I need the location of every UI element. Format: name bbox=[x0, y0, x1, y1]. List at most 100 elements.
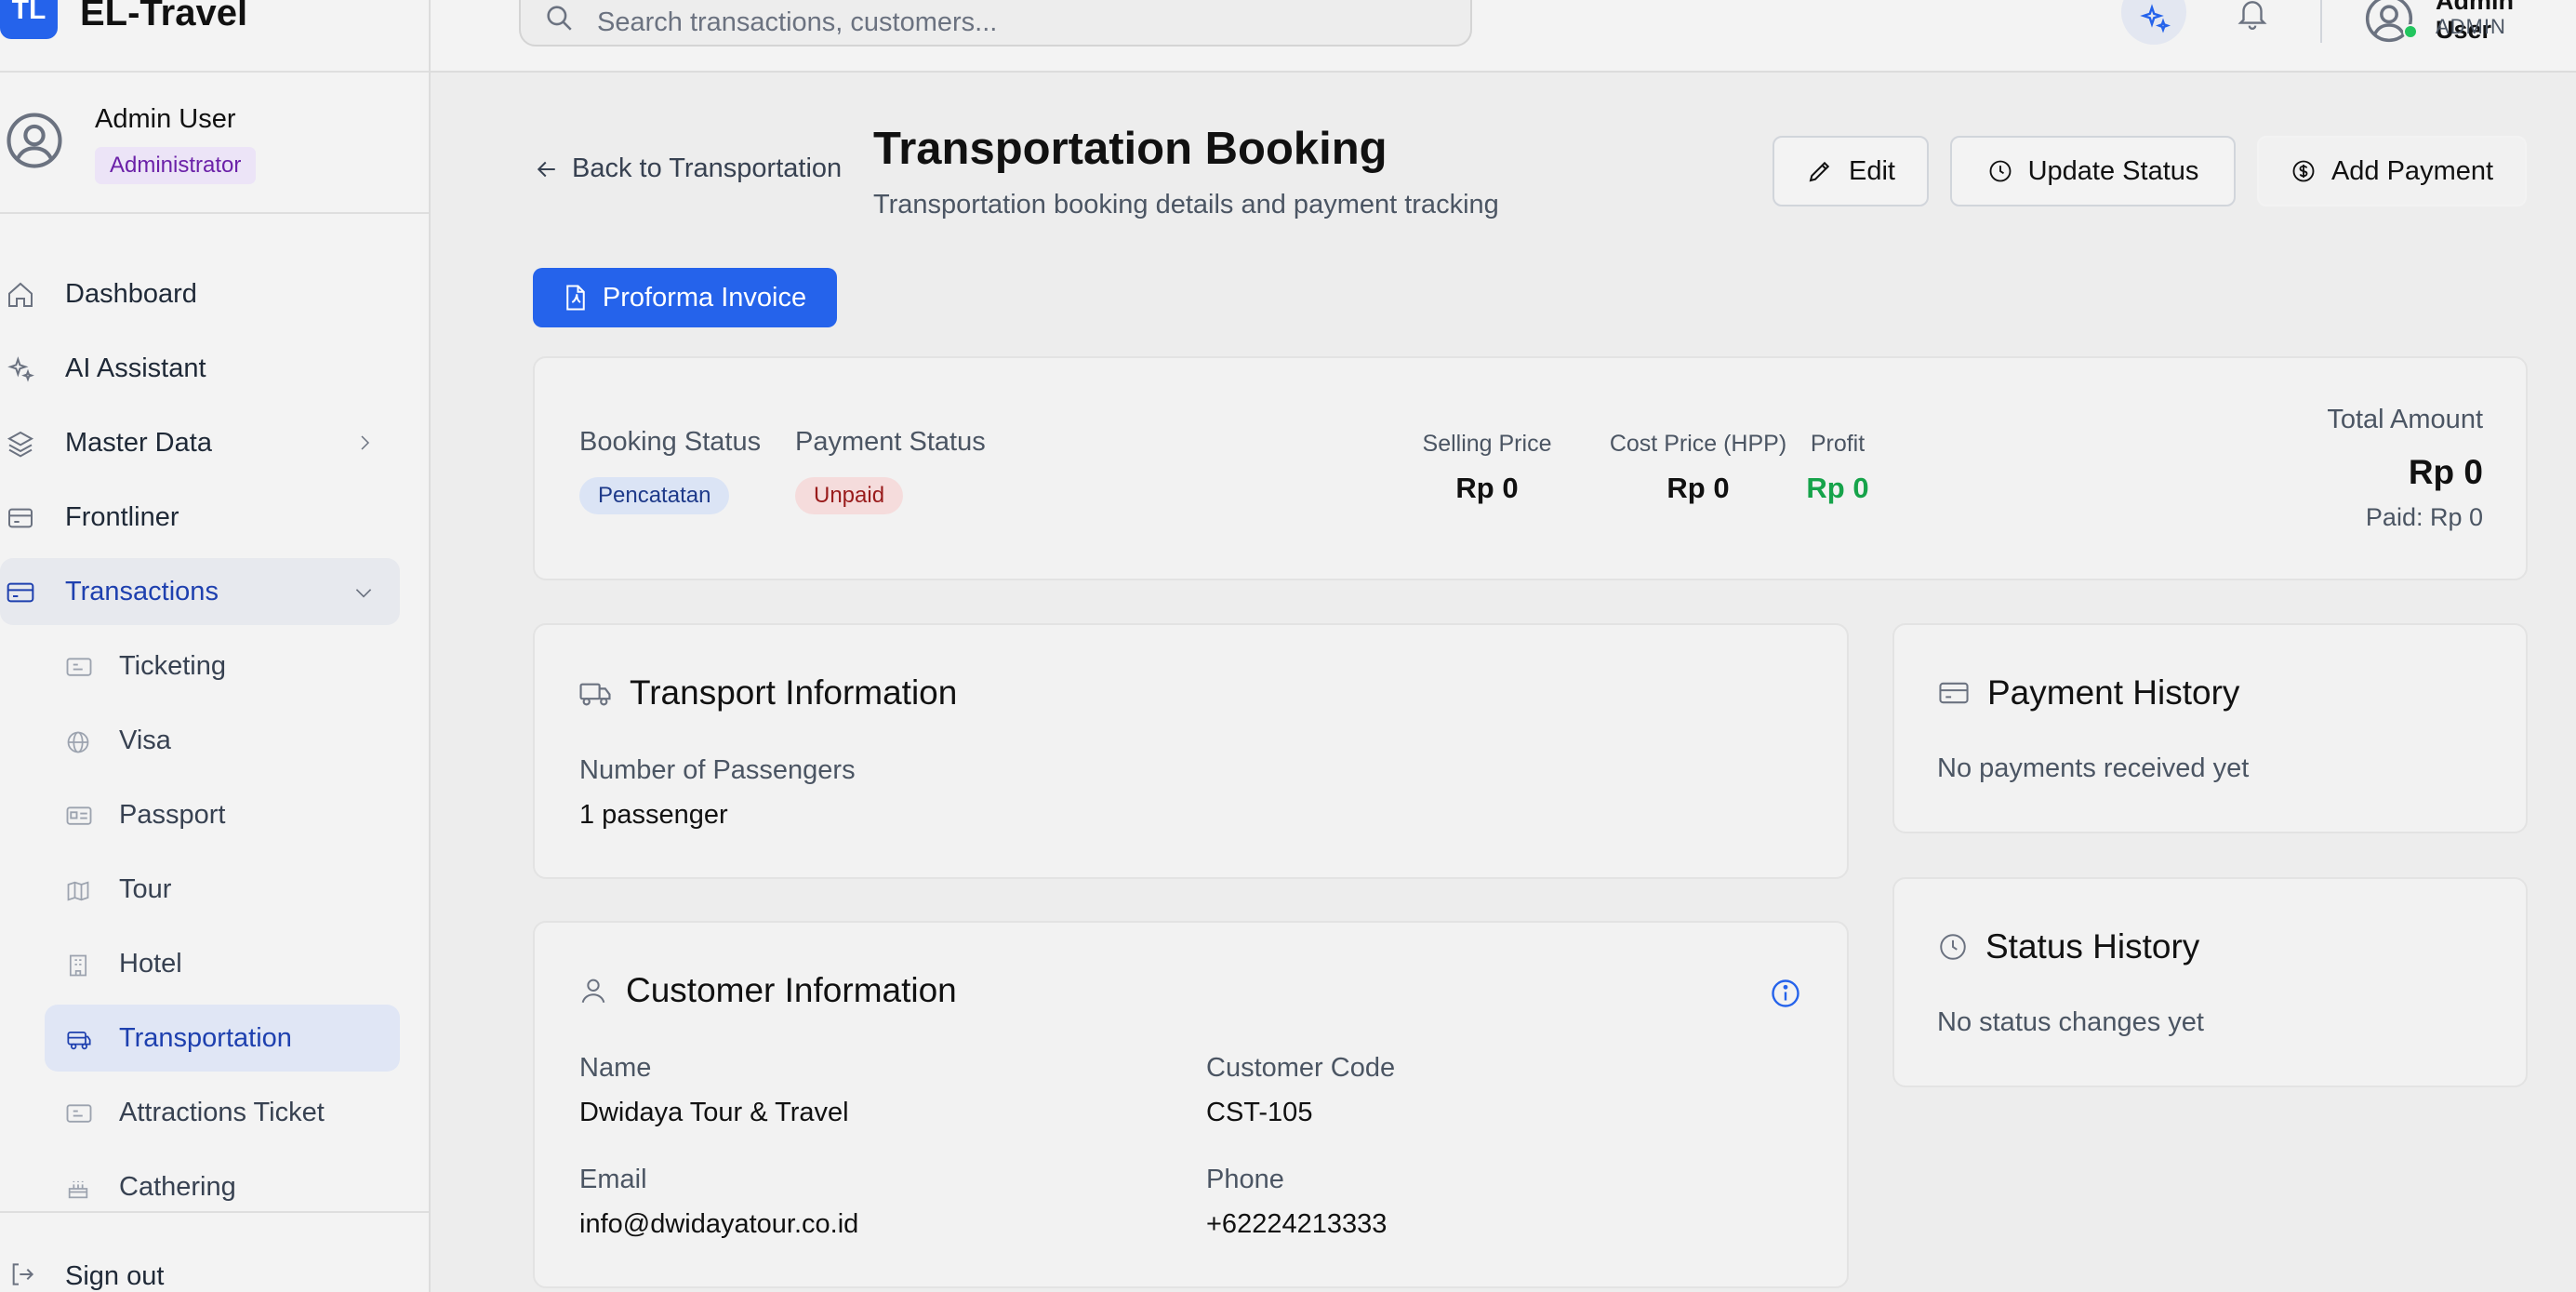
selling-price-label: Selling Price bbox=[1422, 431, 1552, 457]
nav-transportation[interactable]: Transportation bbox=[45, 1005, 400, 1072]
edit-button-label: Edit bbox=[1849, 155, 1895, 186]
customer-phone-value[interactable]: +62224213333 bbox=[1206, 1209, 1387, 1240]
dollar-circle-icon bbox=[2292, 160, 2315, 182]
search-icon bbox=[547, 6, 572, 31]
nav-visa[interactable]: Visa bbox=[45, 707, 400, 774]
clock-icon bbox=[1989, 160, 2012, 182]
topbar-divider bbox=[2320, 0, 2322, 43]
booking-status-label: Booking Status bbox=[579, 427, 762, 457]
customer-name-label: Name bbox=[579, 1053, 652, 1083]
sparkles-icon bbox=[7, 356, 34, 382]
brand-name[interactable]: EL-Travel bbox=[80, 0, 247, 34]
booking-summary-card: Booking Status Pencatatan Payment Status… bbox=[533, 356, 2528, 580]
proforma-invoice-button[interactable]: Proforma Invoice bbox=[533, 268, 837, 327]
nav-hotel[interactable]: Hotel bbox=[45, 930, 400, 997]
bell-icon[interactable] bbox=[2235, 0, 2270, 32]
customer-email-label: Email bbox=[579, 1165, 647, 1194]
nav-passport-label: Passport bbox=[119, 799, 226, 830]
search-placeholder: Search transactions, customers... bbox=[597, 7, 998, 37]
page-subtitle: Transportation booking details and payme… bbox=[873, 190, 1499, 220]
user-avatar-icon bbox=[7, 113, 62, 168]
nav-visa-label: Visa bbox=[119, 725, 171, 755]
ticket-icon bbox=[66, 658, 92, 676]
brand-logo[interactable]: TL bbox=[0, 0, 58, 39]
profile-name: Admin User bbox=[95, 104, 236, 134]
topbar: Search transactions, customers... Admin … bbox=[431, 0, 2576, 73]
search-input[interactable]: Search transactions, customers... bbox=[519, 0, 1472, 47]
home-icon bbox=[8, 282, 33, 307]
nav-transportation-label: Transportation bbox=[119, 1022, 292, 1053]
payment-status-label: Payment Status bbox=[795, 427, 986, 457]
pencil-icon bbox=[1809, 161, 1830, 182]
topbar-user-role: ADMIN bbox=[2436, 15, 2506, 38]
id-card-icon bbox=[66, 806, 92, 825]
nav-frontliner-label: Frontliner bbox=[65, 501, 179, 532]
globe-icon bbox=[67, 731, 89, 753]
booking-status-badge: Pencatatan bbox=[579, 477, 730, 514]
nav-transactions-label: Transactions bbox=[65, 576, 219, 606]
customer-email-value[interactable]: info@dwidayatour.co.id bbox=[579, 1209, 858, 1240]
payment-status-badge: Unpaid bbox=[795, 477, 904, 514]
profit-value: Rp 0 bbox=[1806, 472, 1869, 504]
clock-icon bbox=[1940, 934, 1966, 960]
credit-card-icon bbox=[7, 582, 34, 603]
ai-assistant-button[interactable] bbox=[2121, 0, 2186, 45]
user-icon bbox=[581, 979, 605, 1004]
customer-code-label: Customer Code bbox=[1206, 1053, 1396, 1083]
paid-amount: Paid: Rp 0 bbox=[2365, 503, 2483, 531]
sparkles-icon bbox=[2140, 4, 2171, 33]
passengers-value: 1 passenger bbox=[579, 800, 728, 830]
status-history-empty: No status changes yet bbox=[1937, 1007, 2204, 1037]
brand: TL EL-Travel bbox=[0, 0, 429, 73]
back-to-transportation-link[interactable]: Back to Transportation bbox=[533, 153, 842, 184]
nav-ai-assistant[interactable]: AI Assistant bbox=[0, 335, 400, 402]
nav-dashboard-label: Dashboard bbox=[65, 278, 197, 309]
nav-dashboard[interactable]: Dashboard bbox=[0, 260, 400, 327]
passengers-label: Number of Passengers bbox=[579, 755, 856, 785]
nav-attractions-ticket[interactable]: Attractions Ticket bbox=[45, 1079, 400, 1146]
update-status-label: Update Status bbox=[2027, 155, 2199, 186]
bus-icon bbox=[67, 1031, 91, 1050]
customer-information-title: Customer Information bbox=[578, 971, 957, 1010]
transport-information-title: Transport Information bbox=[578, 673, 957, 713]
nav-master-data-label: Master Data bbox=[65, 427, 212, 458]
arrow-left-icon bbox=[537, 161, 555, 177]
nav-ticketing[interactable]: Ticketing bbox=[45, 633, 400, 699]
customer-name-value: Dwidaya Tour & Travel bbox=[579, 1098, 849, 1127]
nav-tour[interactable]: Tour bbox=[45, 856, 400, 923]
edit-button[interactable]: Edit bbox=[1773, 136, 1929, 206]
back-link-label: Back to Transportation bbox=[572, 153, 843, 183]
nav-ticketing-label: Ticketing bbox=[119, 650, 226, 681]
credit-card-icon bbox=[1939, 682, 1969, 704]
nav-master-data[interactable]: Master Data bbox=[0, 409, 400, 476]
sign-out-button[interactable]: Sign out bbox=[0, 1211, 429, 1292]
profit-label: Profit bbox=[1810, 431, 1866, 457]
nav-cathering-label: Cathering bbox=[119, 1171, 236, 1202]
selling-price-value: Rp 0 bbox=[1455, 472, 1519, 504]
nav-passport[interactable]: Passport bbox=[45, 781, 400, 848]
payment-history-title-text: Payment History bbox=[1987, 673, 2240, 712]
total-amount-label: Total Amount bbox=[2327, 405, 2483, 434]
transport-information-card: Transport Information Number of Passenge… bbox=[533, 623, 1849, 879]
ticket-icon bbox=[66, 1104, 92, 1123]
nav-transactions[interactable]: Transactions bbox=[0, 558, 400, 625]
layers-icon bbox=[7, 431, 34, 458]
online-status-dot bbox=[2403, 24, 2418, 39]
file-pdf-icon bbox=[566, 285, 585, 311]
log-out-icon bbox=[12, 1263, 34, 1285]
nav-hotel-label: Hotel bbox=[119, 948, 182, 979]
info-icon[interactable] bbox=[1769, 977, 1802, 1010]
chevron-right-icon bbox=[361, 435, 370, 450]
update-status-button[interactable]: Update Status bbox=[1950, 136, 2236, 206]
add-payment-button[interactable]: Add Payment bbox=[2257, 136, 2527, 206]
sidebar: TL EL-Travel Admin User Administrator Da… bbox=[0, 0, 431, 1292]
chevron-down-icon bbox=[355, 589, 372, 598]
status-history-title: Status History bbox=[1937, 927, 2199, 966]
nav-tour-label: Tour bbox=[119, 873, 172, 904]
frontliner-icon bbox=[8, 508, 33, 528]
sidebar-profile: Admin User Administrator bbox=[0, 74, 429, 214]
role-badge: Administrator bbox=[95, 147, 257, 184]
map-icon bbox=[67, 881, 89, 901]
add-payment-label: Add Payment bbox=[2330, 155, 2494, 186]
nav-frontliner[interactable]: Frontliner bbox=[0, 484, 400, 551]
